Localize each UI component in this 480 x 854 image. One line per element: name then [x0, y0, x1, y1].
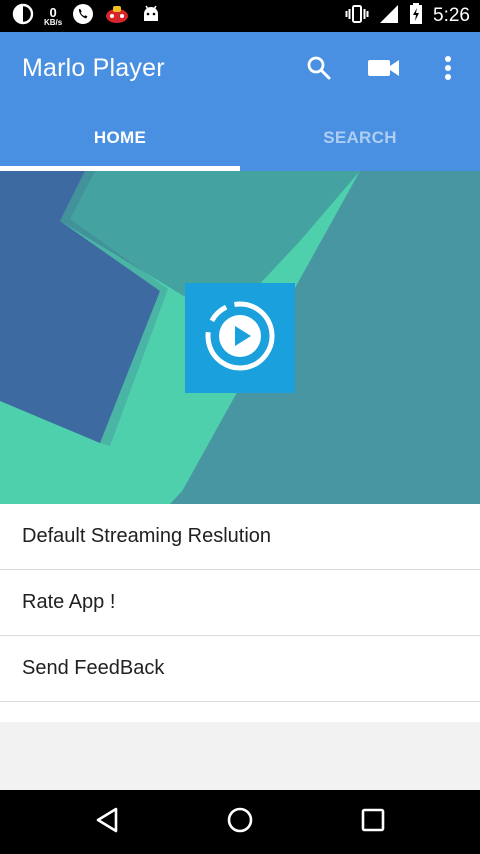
- list-item-send-feedback[interactable]: Send FeedBack: [0, 636, 480, 702]
- screen: 0 KB/s 5:26 Marlo Player HOME SEARCH Def…: [0, 0, 480, 854]
- tab-search[interactable]: SEARCH: [240, 104, 480, 171]
- signal-icon: [379, 4, 399, 29]
- list-item-label: Send FeedBack: [22, 657, 165, 679]
- battery-charging-icon: [409, 2, 423, 30]
- navigation-bar: [0, 790, 480, 854]
- list-item-label: Default Streaming Reslution: [22, 525, 272, 547]
- settings-list: Default Streaming Reslution Rate App ! S…: [0, 504, 480, 722]
- more-options-button[interactable]: [430, 52, 466, 88]
- list-item-label: Rate App !: [22, 591, 116, 613]
- network-speed-unit: KB/s: [44, 17, 63, 27]
- status-bar: 0 KB/s 5:26: [0, 0, 480, 32]
- data-saver-icon: [12, 3, 34, 30]
- phone-call-icon: [72, 3, 94, 30]
- recents-icon: [360, 807, 386, 838]
- list-item-streaming-resolution[interactable]: Default Streaming Reslution: [0, 504, 480, 570]
- search-button[interactable]: [301, 52, 337, 88]
- back-icon: [94, 806, 120, 839]
- app-title: Marlo Player: [22, 54, 165, 82]
- app-logo: [185, 283, 295, 393]
- list-item-rate-app[interactable]: Rate App !: [0, 570, 480, 636]
- video-camera-icon: [367, 57, 401, 84]
- more-vert-icon: [444, 55, 452, 86]
- vibrate-icon: [345, 3, 369, 30]
- list-footer-spacer: [0, 702, 480, 722]
- android-icon: [140, 3, 162, 30]
- network-speed-value: 0: [49, 4, 57, 20]
- app-bar: Marlo Player HOME SEARCH: [0, 32, 480, 171]
- home-icon: [226, 806, 254, 839]
- app-notification-icon: [104, 3, 130, 30]
- banner-image: [0, 171, 480, 504]
- network-speed: 0 KB/s: [44, 6, 62, 27]
- clock: 5:26: [433, 5, 470, 26]
- video-button[interactable]: [366, 52, 402, 88]
- tab-home[interactable]: HOME: [0, 104, 240, 171]
- nav-home-button[interactable]: [220, 802, 260, 842]
- play-logo-icon: [202, 298, 278, 379]
- tab-bar: HOME SEARCH: [0, 104, 480, 171]
- search-icon: [306, 55, 332, 86]
- nav-back-button[interactable]: [87, 802, 127, 842]
- nav-recents-button[interactable]: [353, 802, 393, 842]
